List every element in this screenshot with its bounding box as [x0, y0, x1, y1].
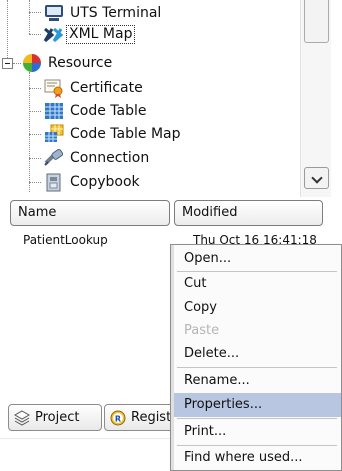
code-table-map-icon	[43, 124, 65, 144]
scrollbar-thumb[interactable]	[304, 0, 329, 43]
tree-item-code-table[interactable]: Code Table	[0, 100, 300, 122]
resource-icon	[21, 53, 43, 73]
tree-item-code-table-map[interactable]: Code Table Map	[0, 123, 300, 145]
menu-item-find-where-used[interactable]: Find where used...	[174, 446, 341, 470]
scroll-down-icon[interactable]	[304, 167, 329, 189]
column-header-name[interactable]: Name	[10, 200, 170, 226]
table-header: Name Modified	[10, 200, 323, 226]
project-icon	[13, 410, 31, 426]
tree-scrollbar[interactable]	[300, 0, 331, 197]
xml-map-icon	[43, 25, 65, 45]
menu-item-paste: Paste	[184, 323, 220, 338]
menu-item-copy[interactable]: Copy	[174, 296, 341, 320]
svg-text:R: R	[115, 415, 121, 424]
tab-label: Project	[35, 410, 80, 425]
context-menu: Open... Cut Copy Paste Delete... Rename.…	[170, 244, 342, 471]
tree-item-label: Certificate	[70, 80, 143, 96]
tree-item-uts-terminal[interactable]: UTS Terminal	[0, 2, 300, 24]
tab-project[interactable]: Project	[8, 404, 102, 431]
tree-item-resource[interactable]: Resource	[0, 52, 300, 74]
tree-item-label: Code Table	[70, 103, 147, 119]
tree-item-label: XML Map	[66, 25, 136, 44]
tree-item-xml-map[interactable]: XML Map	[0, 24, 300, 46]
menu-item-cut[interactable]: Cut	[174, 272, 341, 296]
code-table-icon	[43, 101, 65, 121]
project-tree[interactable]: UTS Terminal XML Map Resource Certificat…	[0, 0, 331, 197]
registry-icon: R	[110, 410, 126, 426]
menu-item-print[interactable]: Print...	[174, 420, 341, 444]
tree-item-label: Code Table Map	[70, 126, 181, 142]
tree-item-label: Copybook	[70, 174, 140, 190]
certificate-icon	[43, 78, 65, 98]
tree-item-label: UTS Terminal	[70, 5, 162, 21]
menu-separator	[177, 367, 337, 368]
connection-icon	[43, 148, 65, 168]
view-tabs: Project R Registry	[0, 404, 180, 438]
tree-item-label: Connection	[70, 150, 150, 166]
menu-item-rename[interactable]: Rename...	[174, 369, 341, 393]
terminal-icon	[43, 3, 65, 23]
menu-item-open[interactable]: Open...	[174, 247, 341, 271]
tree-item-certificate[interactable]: Certificate	[0, 77, 300, 99]
menu-item-delete[interactable]: Delete...	[174, 342, 341, 366]
copybook-icon	[43, 172, 65, 192]
menu-separator	[177, 418, 337, 419]
tab-registry[interactable]: R Registry	[104, 404, 180, 431]
row-name-cell: PatientLookup	[23, 233, 108, 247]
menu-item-properties[interactable]: Properties...	[174, 393, 341, 417]
tree-item-label: Resource	[48, 55, 113, 71]
tree-item-copybook[interactable]: Copybook	[0, 171, 300, 193]
column-header-modified[interactable]: Modified	[174, 200, 323, 226]
tree-item-connection[interactable]: Connection	[0, 147, 300, 169]
